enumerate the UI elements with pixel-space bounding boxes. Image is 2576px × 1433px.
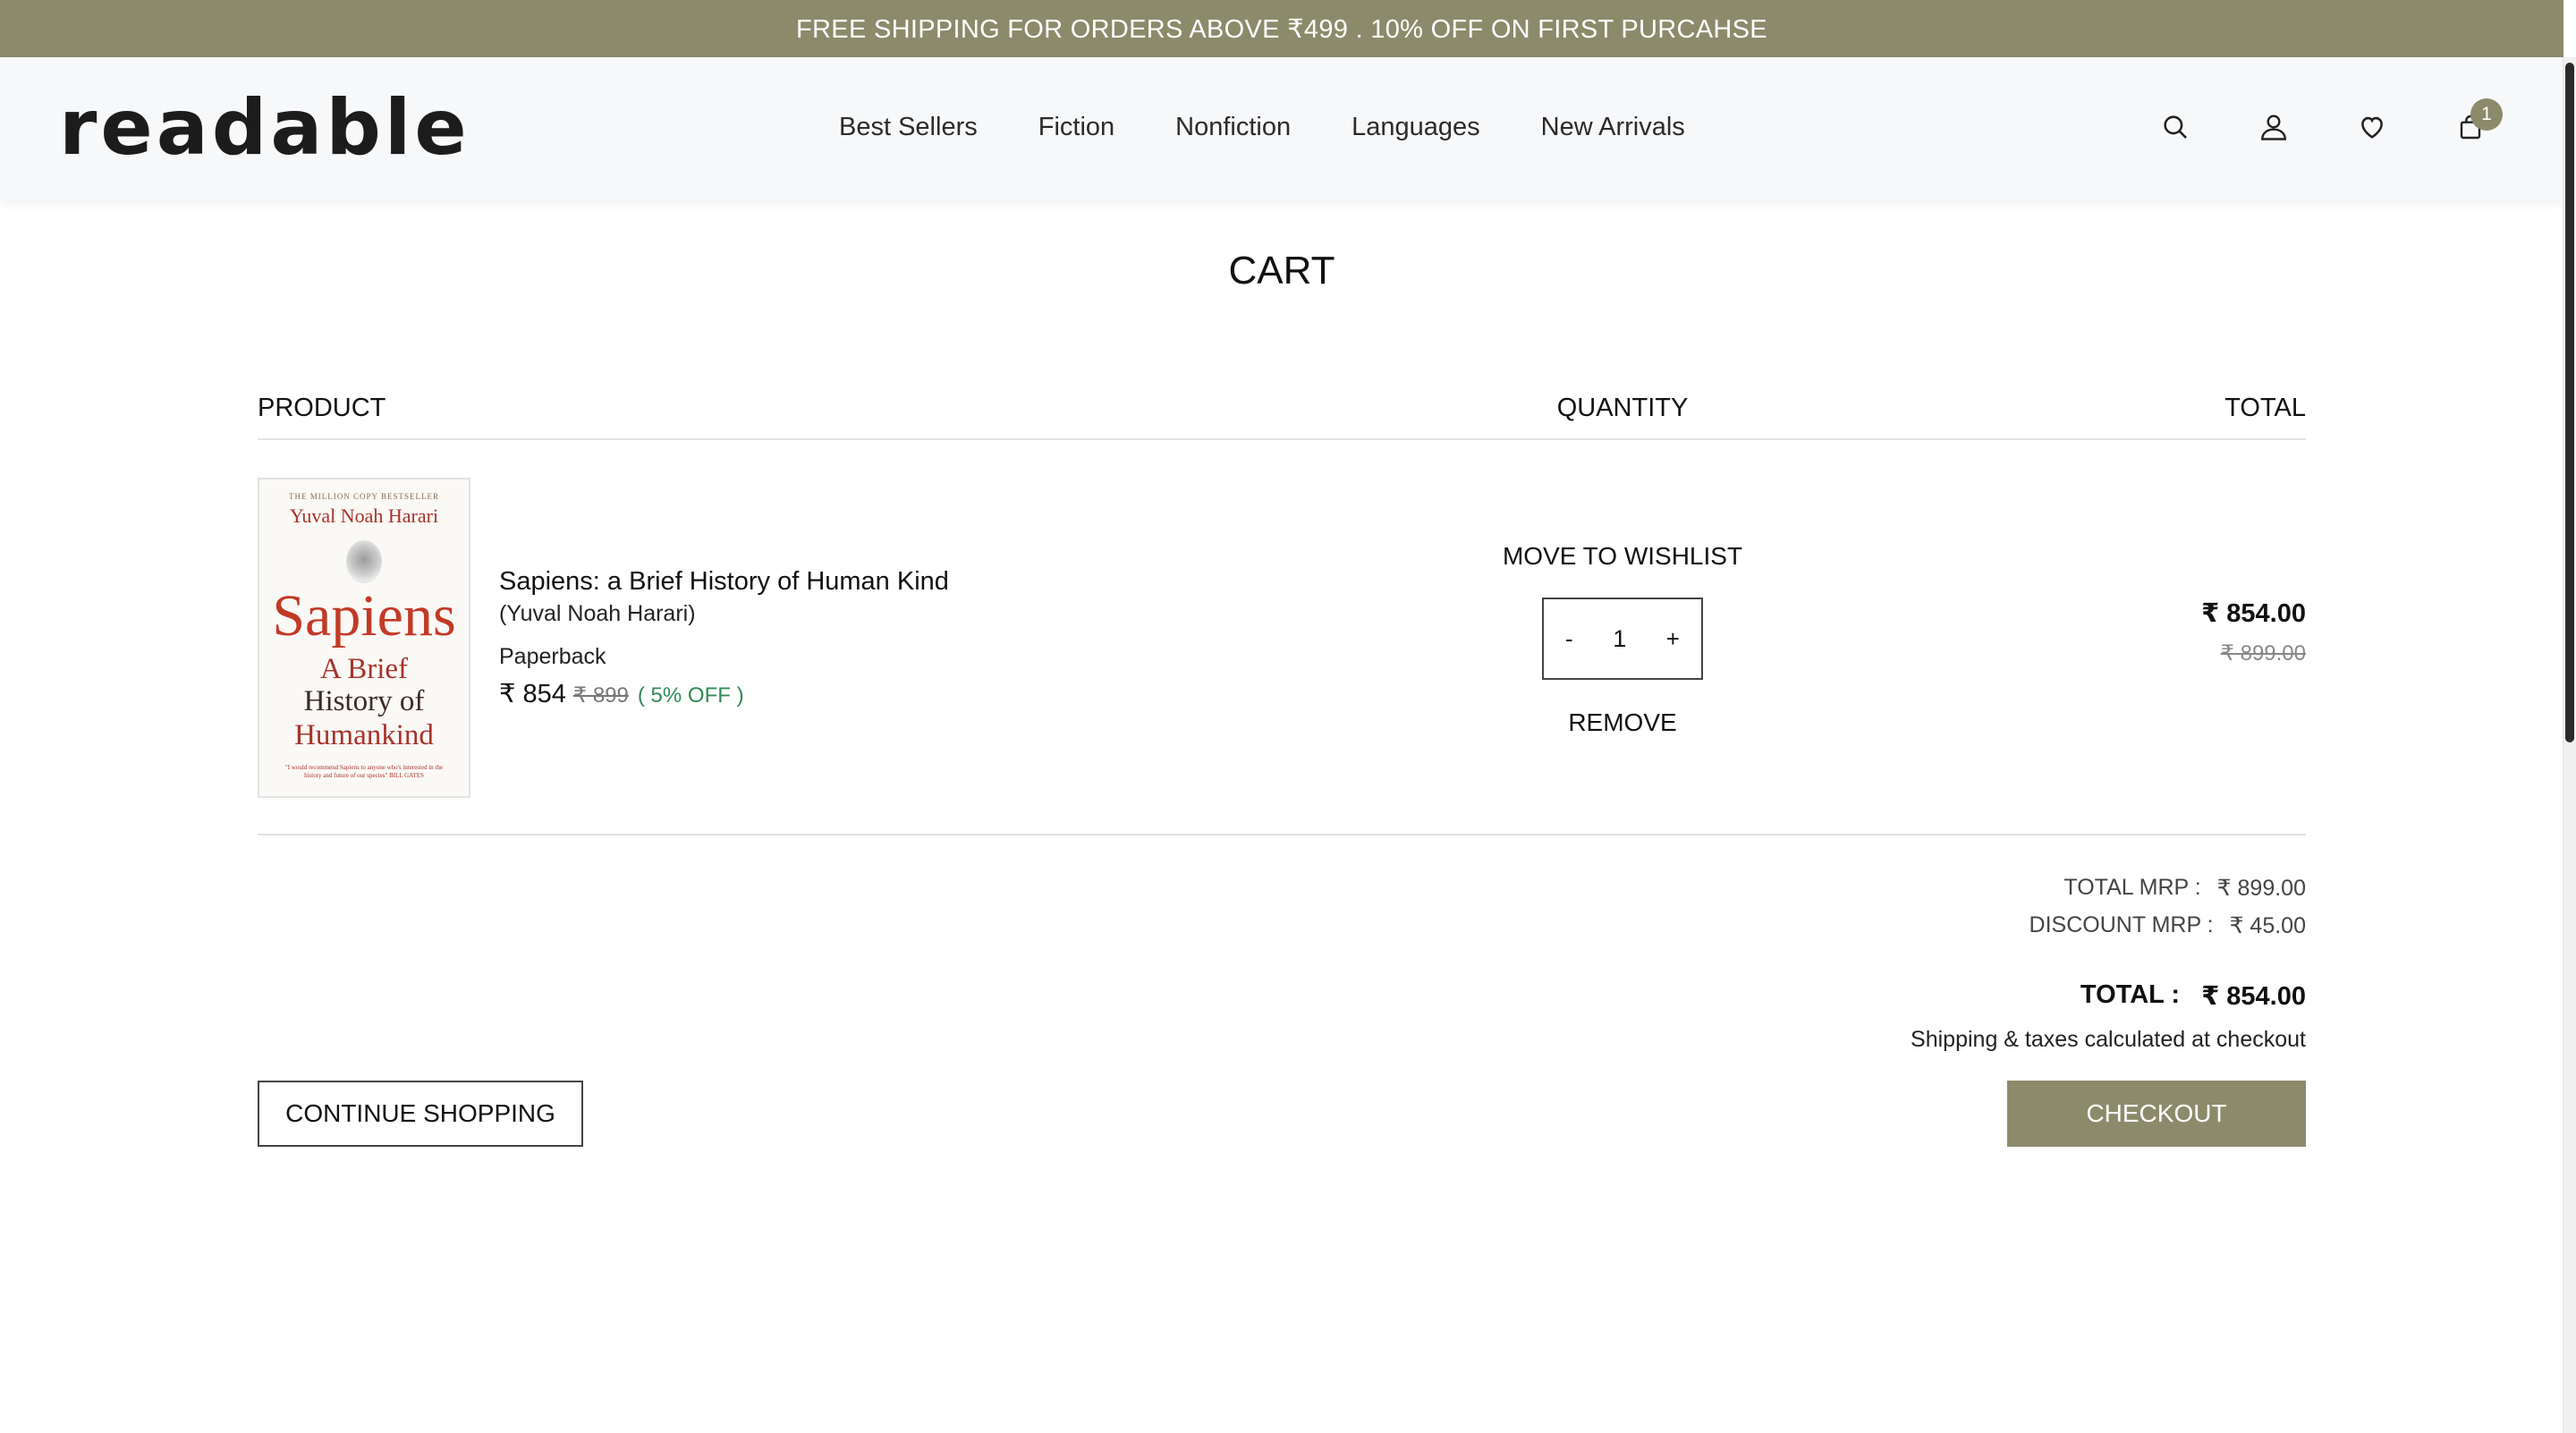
product-author: (Yuval Noah Harari) <box>499 601 696 626</box>
announcement-text: FREE SHIPPING FOR ORDERS ABOVE ₹499 . 10… <box>796 14 1767 44</box>
product-mrp: ₹ 899 <box>572 683 629 708</box>
nav-languages[interactable]: Languages <box>1352 113 1480 142</box>
fingerprint-image <box>346 540 382 583</box>
cover-tagline: THE MILLION COPY BESTSELLER <box>289 492 439 501</box>
grand-total-label: TOTAL : <box>2080 980 2181 1009</box>
user-icon[interactable] <box>2254 107 2293 147</box>
line-total: ₹ 854.00 <box>2201 599 2306 628</box>
continue-shopping-button[interactable]: CONTINUE SHOPPING <box>258 1081 583 1147</box>
remove-link[interactable]: REMOVE <box>1444 708 1801 737</box>
column-header-product: PRODUCT <box>258 394 386 422</box>
increment-button[interactable]: + <box>1666 625 1680 653</box>
announcement-bar: FREE SHIPPING FOR ORDERS ABOVE ₹499 . 10… <box>0 0 2563 57</box>
decrement-button[interactable]: - <box>1565 625 1573 653</box>
product-price-row: ₹ 854 ₹ 899 ( 5% OFF ) <box>499 678 744 709</box>
nav-fiction[interactable]: Fiction <box>1038 113 1114 142</box>
search-icon[interactable] <box>2156 107 2195 147</box>
nav-nonfiction[interactable]: Nonfiction <box>1175 113 1291 142</box>
total-mrp-value: ₹ 899.00 <box>2216 876 2306 901</box>
column-header-total: TOTAL <box>2224 394 2306 422</box>
cover-title: Sapiens <box>272 583 456 649</box>
product-discount: ( 5% OFF ) <box>637 683 744 708</box>
shipping-note: Shipping & taxes calculated at checkout <box>1911 1027 2306 1052</box>
shopping-bag-icon[interactable]: 1 <box>2451 98 2503 147</box>
cover-subtitle-line-3: Humankind <box>294 719 434 752</box>
quantity-value[interactable]: 1 <box>1602 625 1638 653</box>
header-divider <box>258 438 2306 440</box>
discount-label: DISCOUNT MRP : <box>2029 912 2214 937</box>
heart-icon[interactable] <box>2352 107 2392 147</box>
scrollbar-thumb[interactable] <box>2565 63 2574 742</box>
summary-grand-total: TOTAL : ₹ 854.00 <box>2080 980 2306 1012</box>
main-nav: Best Sellers Fiction Nonfiction Language… <box>839 113 1746 142</box>
line-mrp: ₹ 899.00 <box>2220 641 2306 666</box>
page-title: CART <box>1228 249 1335 293</box>
item-divider <box>258 834 2306 835</box>
product-name[interactable]: Sapiens: a Brief History of Human Kind <box>499 567 949 597</box>
product-price: ₹ 854 <box>499 680 566 708</box>
grand-total-value: ₹ 854.00 <box>2201 982 2306 1011</box>
checkout-button[interactable]: CHECKOUT <box>2007 1081 2306 1147</box>
nav-new-arrivals[interactable]: New Arrivals <box>1541 113 1685 142</box>
product-format: Paperback <box>499 644 606 669</box>
product-thumbnail[interactable]: THE MILLION COPY BESTSELLER Yuval Noah H… <box>258 478 470 798</box>
logo[interactable]: readable <box>59 82 470 174</box>
cover-quote: "I would recommend Sapiens to anyone who… <box>284 764 444 780</box>
discount-value: ₹ 45.00 <box>2229 913 2306 938</box>
move-to-wishlist-link[interactable]: MOVE TO WISHLIST <box>1444 542 1801 571</box>
summary-discount: DISCOUNT MRP : ₹ 45.00 <box>2029 912 2306 939</box>
page-scrollbar[interactable] <box>2563 57 2576 1433</box>
cover-subtitle-line-2: History of <box>303 685 425 718</box>
nav-best-sellers[interactable]: Best Sellers <box>839 113 978 142</box>
quantity-stepper: - 1 + <box>1542 598 1703 680</box>
column-header-quantity: QUANTITY <box>1556 394 1689 422</box>
summary-total-mrp: TOTAL MRP : ₹ 899.00 <box>2063 875 2306 902</box>
total-mrp-label: TOTAL MRP : <box>2063 875 2201 900</box>
cover-author: Yuval Noah Harari <box>289 505 439 527</box>
cover-subtitle-line-1: A Brief <box>319 653 409 685</box>
cart-count-badge: 1 <box>2470 98 2503 131</box>
site-header: readable Best Sellers Fiction Nonfiction… <box>0 57 2563 200</box>
